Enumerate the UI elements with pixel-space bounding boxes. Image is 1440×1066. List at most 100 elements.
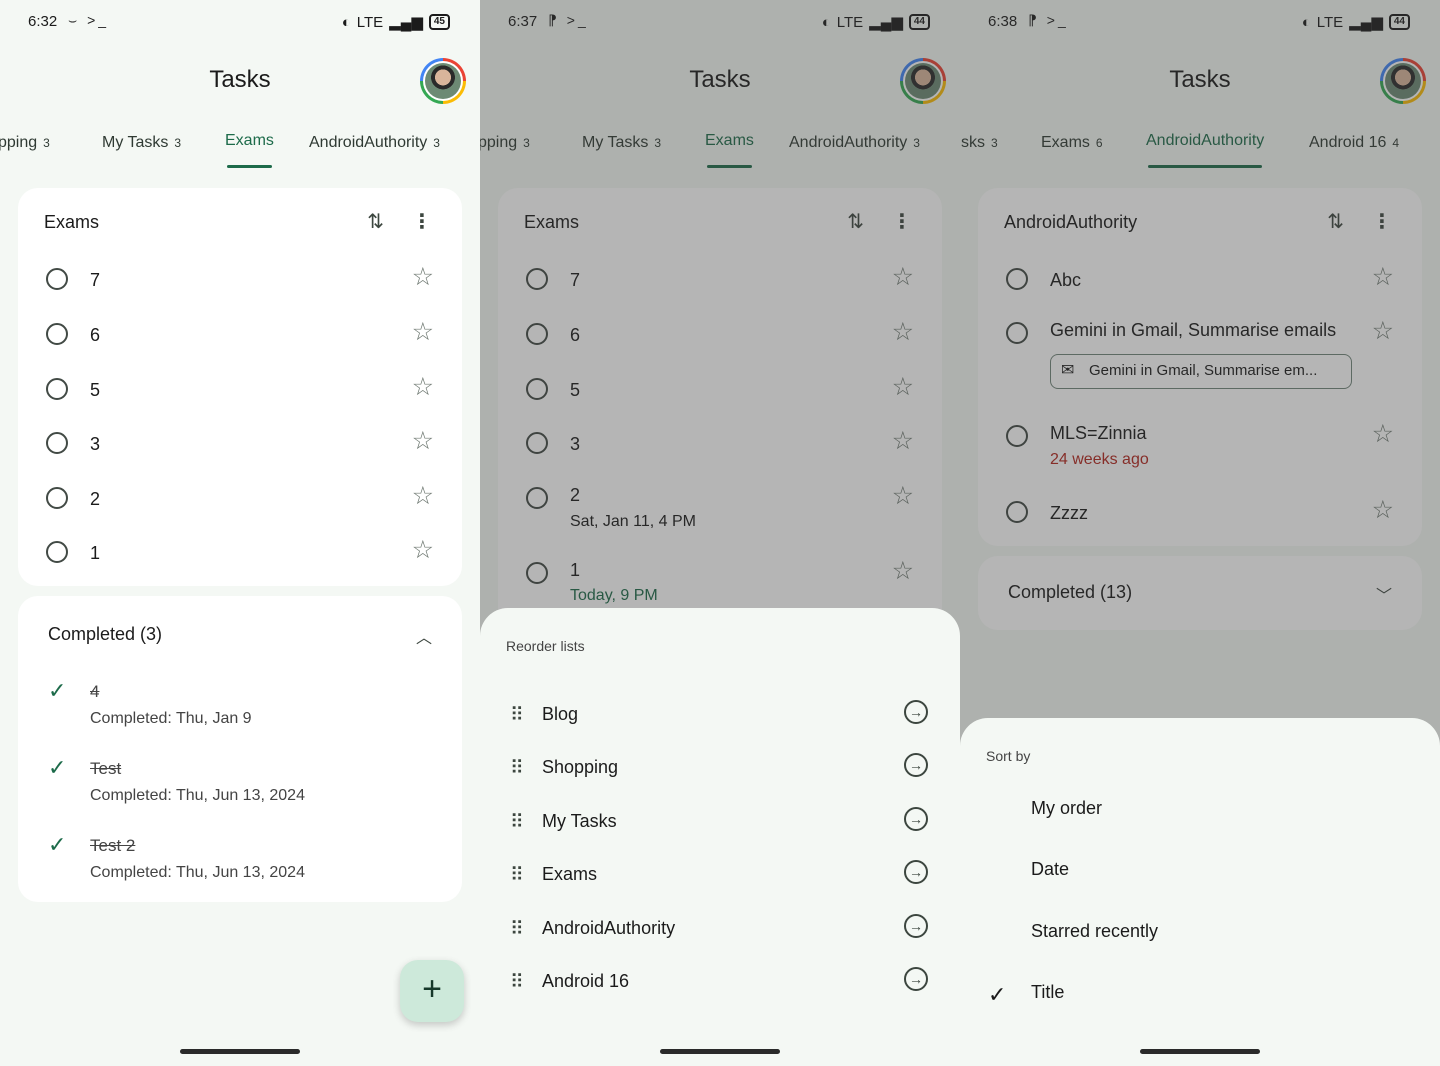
sort-option-label: Date (1031, 859, 1070, 879)
arrow-circle-right-icon[interactable]: → (904, 700, 928, 724)
completed-task-row[interactable]: ✓ 4 Completed: Thu, Jan 9 (18, 678, 462, 755)
sort-option-title[interactable]: ✓ Title (960, 978, 1440, 1018)
reorder-item[interactable]: ⠿ My Tasks → (480, 805, 960, 845)
reorder-item-label: Android 16 (542, 971, 630, 991)
task-row[interactable]: 6 ☆ (18, 319, 462, 373)
task-row[interactable]: 1 ☆ (18, 537, 462, 591)
sort-option-date[interactable]: Date (960, 855, 1440, 895)
task-title: 7 (90, 270, 101, 290)
sort-option-my-order[interactable]: My order (960, 794, 1440, 834)
task-title: 1 (90, 543, 101, 563)
star-icon[interactable]: ☆ (412, 484, 434, 509)
task-title: 5 (90, 380, 101, 400)
star-icon[interactable]: ☆ (412, 375, 434, 400)
tab-indicator (227, 165, 272, 168)
star-icon[interactable]: ☆ (412, 265, 434, 290)
check-icon[interactable]: ✓ (48, 755, 66, 781)
drag-handle-icon[interactable]: ⠿ (510, 811, 524, 834)
tab-exams[interactable]: Exams (225, 132, 274, 168)
drag-handle-icon[interactable]: ⠿ (510, 757, 524, 780)
completed-card: Completed (3) ︿ ✓ 4 Completed: Thu, Jan 9 … (18, 596, 462, 902)
reorder-item-label: Blog (542, 704, 579, 724)
task-row[interactable]: 3 ☆ (18, 428, 462, 482)
arrow-circle-right-icon[interactable]: → (904, 914, 928, 938)
arrow-circle-right-icon[interactable]: → (904, 753, 928, 777)
drag-handle-icon[interactable]: ⠿ (510, 864, 524, 887)
star-icon[interactable]: ☆ (412, 538, 434, 563)
completed-date: Completed: Thu, Jan 9 (90, 710, 252, 727)
star-icon[interactable]: ☆ (412, 429, 434, 454)
sort-option-starred-recently[interactable]: Starred recently (960, 917, 1440, 957)
signal-icon: ▂▄▆ (389, 14, 423, 31)
reorder-item[interactable]: ⠿ AndroidAuthority → (480, 912, 960, 952)
vibrate-icon: ◐ (341, 13, 351, 31)
status-right: ◐ LTE ▂▄▆ 45 (342, 13, 450, 31)
task-title: 2 (90, 489, 101, 509)
app-bar: Tasks (0, 52, 480, 110)
list-title: Exams (44, 212, 100, 232)
task-list-card: Exams ⇅ ⋮ 7 ☆ 6 ☆ 5 ☆ 3 ☆ 2 ☆ 1 ☆ (18, 188, 462, 586)
tab-label: My Tasks (102, 134, 169, 151)
completed-task-row[interactable]: ✓ Test 2 Completed: Thu, Jun 13, 2024 (18, 832, 462, 909)
drag-handle-icon[interactable]: ⠿ (510, 971, 524, 994)
gesture-bar (660, 1049, 780, 1054)
tab-my-tasks[interactable]: My Tasks 3 (102, 134, 181, 152)
reorder-item[interactable]: ⠿ Shopping → (480, 751, 960, 791)
reorder-item-label: My Tasks (542, 811, 617, 831)
check-icon[interactable]: ✓ (48, 832, 66, 858)
status-notification-icons: ⌣ >_ (68, 12, 110, 28)
complete-checkbox[interactable] (46, 378, 68, 400)
more-vert-icon[interactable]: ⋮ (412, 212, 432, 232)
chevron-up-icon[interactable]: ︿ (416, 624, 432, 648)
complete-checkbox[interactable] (46, 432, 68, 454)
completed-date: Completed: Thu, Jun 13, 2024 (90, 787, 305, 804)
gesture-bar (1140, 1049, 1260, 1054)
network-label: LTE (356, 13, 384, 31)
tab-label: AndroidAuthority (309, 134, 428, 151)
arrow-circle-right-icon[interactable]: → (904, 860, 928, 884)
task-row[interactable]: 2 ☆ (18, 483, 462, 537)
task-row[interactable]: 7 ☆ (18, 264, 462, 318)
sheet-title: Sort by (986, 748, 1031, 764)
reorder-item[interactable]: ⠿ Blog → (480, 698, 960, 738)
tab-androidauthority[interactable]: AndroidAuthority 3 (309, 134, 440, 152)
sort-icon[interactable]: ⇅ (367, 212, 384, 232)
screen-reorder-lists: 6:37 ⁋ >_ ◐ LTE ▂▄▆ 44 Tasks pping 3 My T… (480, 0, 960, 1066)
task-title: Test 2 (90, 836, 136, 855)
sort-option-label: Starred recently (1031, 921, 1159, 941)
sort-by-sheet: Sort by My order Date Starred recently ✓… (960, 718, 1440, 1066)
drag-handle-icon[interactable]: ⠿ (510, 704, 524, 727)
sheet-title: Reorder lists (506, 638, 585, 654)
task-title: Test (90, 759, 122, 778)
task-title: 6 (90, 325, 101, 345)
account-avatar[interactable] (420, 58, 466, 104)
complete-checkbox[interactable] (46, 541, 68, 563)
arrow-circle-right-icon[interactable]: → (904, 807, 928, 831)
check-icon[interactable]: ✓ (48, 678, 66, 704)
reorder-item[interactable]: ⠿ Android 16 → (480, 965, 960, 1005)
completed-header[interactable]: Completed (3) (48, 624, 162, 645)
completed-task-row[interactable]: ✓ Test Completed: Thu, Jun 13, 2024 (18, 755, 462, 832)
status-bar: 6:32 ⌣ >_ ◐ LTE ▂▄▆ 45 (0, 0, 480, 44)
reorder-item[interactable]: ⠿ Exams → (480, 858, 960, 898)
battery-icon: 45 (428, 14, 450, 30)
sort-option-label: Title (1031, 982, 1065, 1002)
drag-handle-icon[interactable]: ⠿ (510, 918, 524, 941)
add-task-button[interactable]: + (400, 960, 464, 1022)
tab-count: 3 (174, 136, 182, 150)
list-tabs: pping 3 My Tasks 3 Exams AndroidAuthority 3 (0, 128, 480, 172)
task-row[interactable]: 5 ☆ (18, 374, 462, 428)
completed-date: Completed: Thu, Jun 13, 2024 (90, 864, 305, 881)
screen-sort-by: 6:38 ⁋ >_ ◐ LTE ▂▄▆ 44 Tasks sks 3 Exams 6… (960, 0, 1440, 1066)
star-icon[interactable]: ☆ (412, 320, 434, 345)
avatar-photo-icon (425, 63, 461, 99)
reorder-item-label: Shopping (542, 757, 619, 777)
complete-checkbox[interactable] (46, 323, 68, 345)
check-icon: ✓ (988, 982, 1007, 1007)
complete-checkbox[interactable] (46, 487, 68, 509)
complete-checkbox[interactable] (46, 268, 68, 290)
arrow-circle-right-icon[interactable]: → (904, 967, 928, 991)
task-title: 3 (90, 434, 101, 454)
tab-shopping[interactable]: pping 3 (0, 134, 50, 152)
screen-list-exams: 6:32 ⌣ >_ ◐ LTE ▂▄▆ 45 Tasks pping 3 My T… (0, 0, 480, 1066)
